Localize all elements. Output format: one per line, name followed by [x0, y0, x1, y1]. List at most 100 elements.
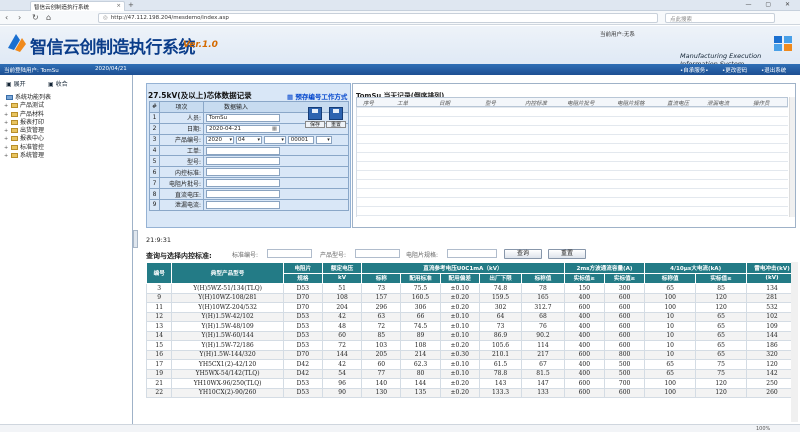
th-actual[interactable]: 实标值≥	[563, 272, 605, 284]
back-icon[interactable]: ‹	[5, 13, 8, 22]
table-row[interactable]: 11 Y(H)10WZ-204/532 D70 204 296 306 ±0.20 302 31…	[145, 302, 798, 313]
th-resistor[interactable]: 电阻片	[282, 262, 323, 274]
save-button[interactable]: 保存	[305, 106, 325, 130]
sidebar-item-product-material[interactable]: + 产品材料	[4, 111, 51, 119]
th-number[interactable]: 编号	[145, 262, 173, 284]
th-nominal[interactable]: 标称	[361, 272, 402, 284]
table-row[interactable]: 3 Y(H)5WZ-51/134(TLQ) D53 51 73 75.5 ±0.10 74.8…	[145, 283, 798, 294]
table-cell: 400	[563, 368, 605, 379]
year-select[interactable]: 2020	[206, 135, 235, 144]
folder-icon	[11, 136, 18, 142]
serial-select[interactable]	[315, 135, 332, 144]
date-field[interactable]: 2020-04-21 ▦	[206, 124, 281, 133]
sidebar-item-standards[interactable]: + 标准管控	[4, 144, 51, 152]
sidebar-item-system[interactable]: + 系统管理	[4, 152, 51, 160]
sidebar-item-report-print[interactable]: + 报表打印	[4, 119, 51, 127]
preset-number-link[interactable]: ▦ 预存编号工作方式	[287, 91, 347, 101]
table-row[interactable]: 12 Y(H)1.5W-42/102 D53 42 63 66 ±0.10 64 68 400 60…	[145, 311, 798, 322]
table-row[interactable]: 19 YH5WX-54/142(TLQ) D42 54 77 80 ±0.10 78.8 81.…	[145, 368, 798, 379]
dc-voltage-field[interactable]	[206, 190, 281, 199]
work-order-field[interactable]	[206, 146, 281, 155]
th-spec[interactable]: 规格	[282, 272, 323, 284]
reset-button[interactable]: 重置	[326, 106, 346, 130]
table-scrollbar[interactable]	[791, 262, 798, 422]
logout-link[interactable]: •退出系统	[761, 66, 786, 74]
day-select[interactable]	[263, 135, 286, 144]
th-dc-ref-voltage[interactable]: 直流参考电压U0C1mA（kV）	[361, 262, 565, 274]
forward-icon[interactable]: ›	[18, 13, 21, 22]
window-controls[interactable]: — ▢ ✕	[745, 1, 796, 8]
th-nominal-2[interactable]: 标称值	[521, 272, 565, 284]
th-kv-2[interactable]: (kV)	[746, 272, 798, 284]
th-lightning[interactable]: 雷电冲击(kV)	[746, 262, 798, 274]
table-row[interactable]: 15 Y(H)1.5W-72/186 D53 72 103 108 ±0.20 105.6 11…	[145, 340, 798, 351]
close-tab-icon[interactable]: ×	[116, 3, 121, 9]
refresh-icon[interactable]: ↻	[32, 13, 39, 22]
preset-number-label: 预存编号工作方式	[295, 93, 348, 101]
browser-search-input[interactable]: 点此搜索	[665, 13, 775, 23]
th-actual-3[interactable]: 实标值≥	[695, 272, 748, 284]
table-row[interactable]: 14 Y(H)1.5W-60/144 D53 60 85 89 ±0.10 86.9 90.2 4…	[145, 330, 798, 341]
resistor-batch-field[interactable]	[206, 179, 281, 188]
th-actual-2[interactable]: 实标值≥	[603, 272, 646, 284]
expand-all-button[interactable]: ▣ 展开	[6, 79, 26, 88]
browser-tab[interactable]: 智信云创制造执行系统 ×	[30, 1, 125, 11]
expand-icon[interactable]: +	[4, 119, 9, 127]
sidebar-item-report-center[interactable]: + 报表中心	[4, 135, 51, 143]
standard-no-input[interactable]	[267, 249, 312, 258]
table-row[interactable]: 16 Y(H)1.5W-144/320 D70 144 205 214 ±0.30 210.1…	[145, 349, 798, 360]
sidebar-splitter-handle[interactable]	[133, 230, 138, 248]
folder-icon	[11, 153, 18, 159]
records-scrollbar[interactable]	[789, 97, 795, 217]
self-service-link[interactable]: •自承服务•	[680, 66, 709, 74]
expand-icon[interactable]: +	[4, 135, 9, 143]
expand-icon[interactable]: +	[4, 152, 9, 160]
zoom-level[interactable]: 100%	[756, 426, 770, 432]
calendar-icon[interactable]: ▦	[272, 126, 277, 133]
table-row[interactable]: 13 Y(H)1.5W-48/109 D53 48 72 74.5 ±0.10 73 76 400…	[145, 321, 798, 332]
th-nominal-3[interactable]: 标称值	[644, 272, 697, 284]
leakage-current-field[interactable]	[206, 200, 281, 209]
table-cell: 120	[746, 359, 798, 370]
th-rated-voltage[interactable]: 额定电压	[321, 262, 363, 274]
table-cell: 3	[145, 283, 173, 294]
table-cell: 65	[695, 311, 748, 322]
address-bar[interactable]: ◎ http://47.112.198.204/mesdemo/index.asp	[98, 13, 658, 23]
month-select[interactable]: 04	[235, 135, 262, 144]
date-value: 2020-04-21	[209, 125, 241, 132]
query-button[interactable]: 查询	[504, 249, 542, 259]
computer-icon	[6, 95, 13, 100]
expand-icon[interactable]: +	[4, 102, 9, 110]
query-reset-button[interactable]: 重置	[548, 249, 586, 259]
internal-standard-field[interactable]	[206, 168, 281, 177]
table-row[interactable]: 9 Y(H)10WZ-108/281 D70 108 157 160.5 ±0.20 159.…	[145, 292, 798, 303]
model-field[interactable]	[206, 157, 281, 166]
home-icon[interactable]: ⌂	[46, 13, 51, 22]
change-password-link[interactable]: •更改密码	[722, 66, 747, 74]
table-cell: 90	[321, 387, 363, 398]
expand-icon[interactable]: +	[4, 111, 9, 119]
table-row[interactable]: 22 YH10CX(2)-90/260 D53 90 130 135 ±0.20 133.3 1…	[145, 387, 798, 398]
th-min[interactable]: 出厂下限	[478, 272, 523, 284]
new-tab-icon[interactable]: +	[128, 1, 134, 9]
sidebar-item-product-test[interactable]: + 产品测试	[4, 102, 51, 110]
th-high-current[interactable]: 4/10μs大电流(kA)	[644, 262, 748, 274]
expand-icon[interactable]: +	[4, 144, 9, 152]
expand-icon[interactable]: +	[4, 127, 9, 135]
resistor-spec-input[interactable]	[447, 249, 497, 258]
sidebar-item-label: 产品材料	[20, 110, 45, 118]
table-row[interactable]: 21 YH10WX-96/250(TLQ) D53 96 140 144 ±0.20 143 1…	[145, 378, 798, 389]
sidebar-item-label: 产品测试	[20, 102, 45, 110]
th-dev[interactable]: 配用偏差	[439, 272, 480, 284]
th-square-wave[interactable]: 2ms方波通流容量(A)	[563, 262, 646, 274]
operator-field[interactable]: TomSu	[206, 113, 281, 122]
serial-field[interactable]: 00001	[287, 135, 314, 144]
th-kv[interactable]: kV	[321, 272, 363, 284]
th-model[interactable]: 典型产品型号	[171, 262, 284, 284]
table-cell: Y(H)10WZ-204/532	[171, 302, 284, 313]
table-row[interactable]: 17 YH5CX1(2)-42/120 D42 42 60 62.3 ±0.10 61.5 67…	[145, 359, 798, 370]
th-std[interactable]: 配用标准	[400, 272, 441, 284]
table-cell: ±0.20	[439, 292, 480, 303]
product-model-input[interactable]	[355, 249, 400, 258]
collapse-all-button[interactable]: ▣ 收合	[48, 79, 68, 88]
